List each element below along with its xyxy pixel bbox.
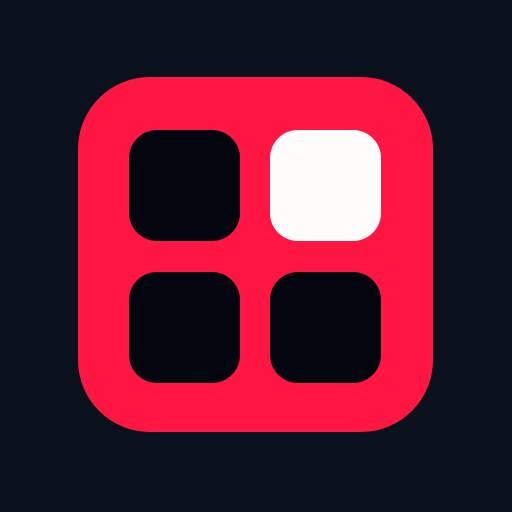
tile-bottom-left-icon — [129, 272, 240, 383]
icon-canvas — [0, 0, 512, 512]
tile-top-left-icon — [129, 130, 240, 241]
grid-app-icon — [78, 77, 433, 432]
tile-top-right-icon — [270, 130, 381, 241]
tile-bottom-right-icon — [270, 272, 381, 383]
